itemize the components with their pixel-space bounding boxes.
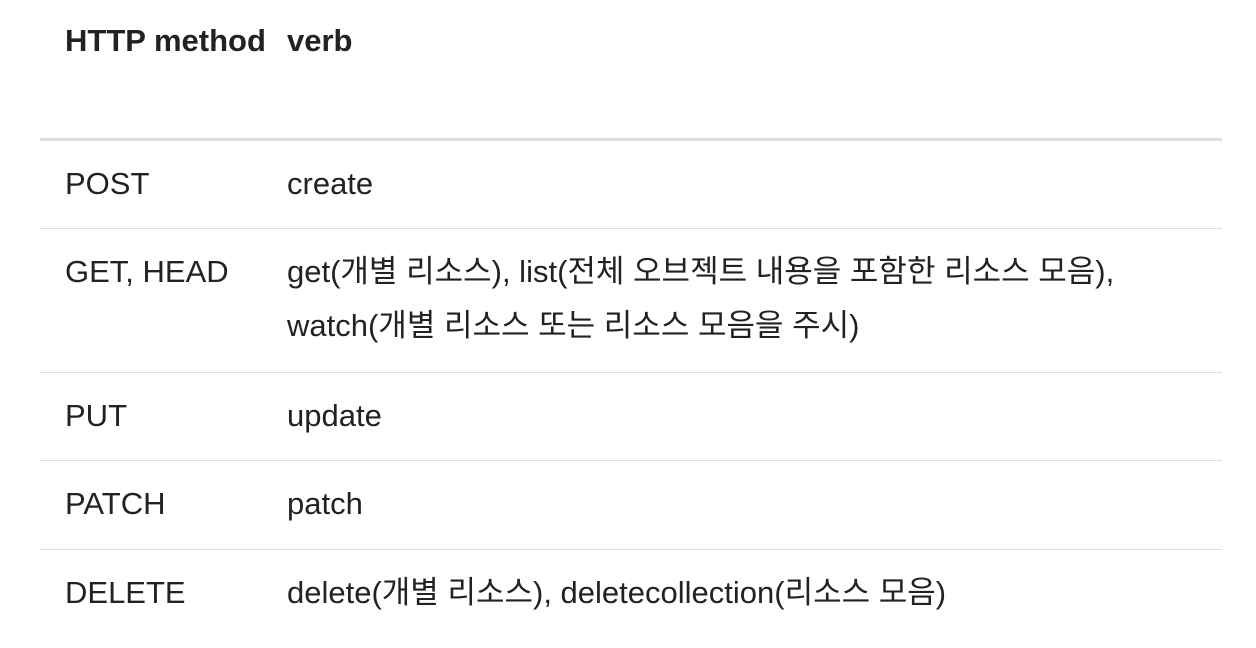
verb-cell: delete(개별 리소스), deletecollection(리소스 모음) [287, 575, 947, 610]
verb-cell: get(개별 리소스), list(전체 오브젝트 내용을 포함한 리소스 모음… [287, 254, 1115, 343]
verb-cell: patch [287, 486, 363, 521]
verb-cell: update [287, 398, 382, 433]
method-cell: POST [65, 166, 150, 201]
table-row: GET, HEAD get(개별 리소스), list(전체 오브젝트 내용을 … [40, 229, 1222, 373]
method-cell: GET, HEAD [65, 254, 229, 289]
header-verb: verb [287, 23, 353, 58]
header-http-method: HTTP method [65, 23, 266, 58]
table-row: POST create [40, 141, 1222, 229]
table-row: DELETE delete(개별 리소스), deletecollection(… [40, 550, 1222, 647]
table-row: PATCH patch [40, 461, 1222, 550]
method-cell: DELETE [65, 575, 186, 610]
table-header-row: HTTP method verb [40, 0, 1222, 141]
method-cell: PUT [65, 398, 127, 433]
verb-cell: create [287, 166, 374, 201]
table-row: PUT update [40, 373, 1222, 461]
http-verb-table: HTTP method verb POST create GET, HEAD g… [40, 0, 1222, 647]
method-cell: PATCH [65, 486, 166, 521]
